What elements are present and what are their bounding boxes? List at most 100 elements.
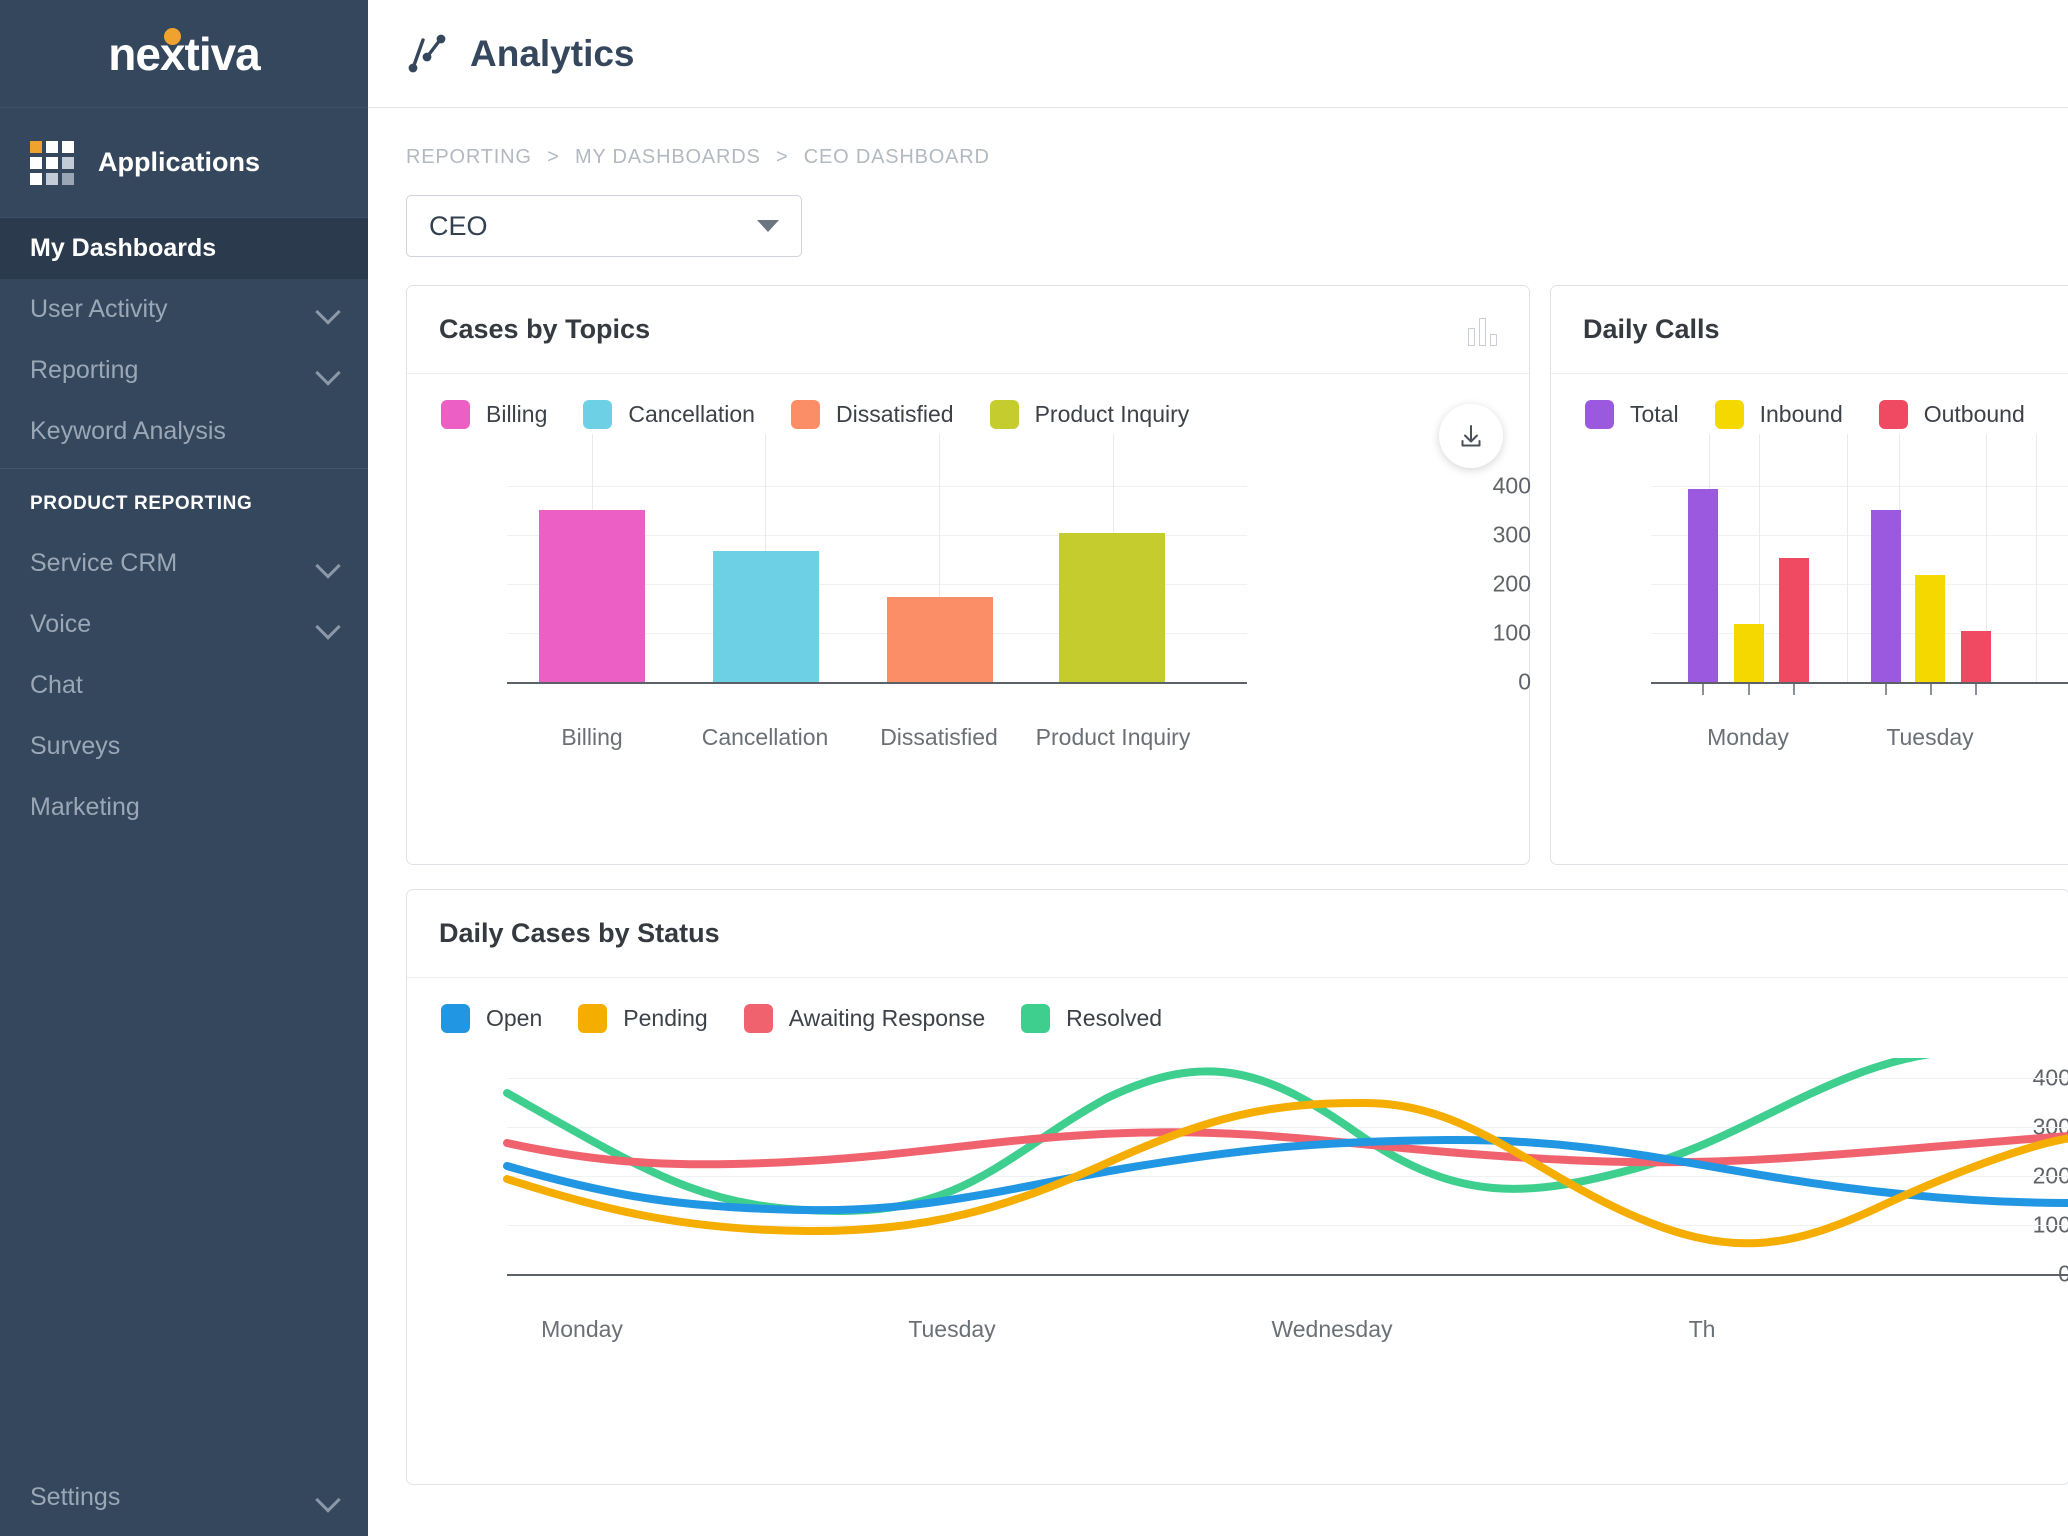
chevron-down-icon: [757, 220, 779, 232]
legend-label: Billing: [486, 401, 548, 427]
x-axis-tick: [1793, 684, 1795, 695]
sidebar-item-keyword-analysis[interactable]: Keyword Analysis: [0, 401, 368, 462]
app-root: nextiva Applications My Dashboards User …: [0, 0, 2068, 1536]
sidebar-item-service-crm[interactable]: Service CRM: [0, 533, 368, 594]
sidebar-item-reporting[interactable]: Reporting: [0, 340, 368, 401]
page-title: Analytics: [470, 32, 635, 74]
legend-item-pending[interactable]: Pending: [578, 1004, 708, 1033]
card-daily-cases-by-status: Daily Cases by Status Open Pending Await…: [406, 889, 2068, 1485]
legend-item-billing[interactable]: Billing: [441, 400, 547, 429]
brand-logo[interactable]: nextiva: [0, 0, 368, 108]
page-header: Analytics: [368, 0, 2068, 108]
x-axis-tick: [1748, 684, 1750, 695]
legend-item-open[interactable]: Open: [441, 1004, 542, 1033]
legend-item-resolved[interactable]: Resolved: [1021, 1004, 1162, 1033]
x-axis-tick: [1975, 684, 1977, 695]
legend-item-awaiting-response[interactable]: Awaiting Response: [743, 1004, 985, 1033]
legend-item-outbound[interactable]: Outbound: [1878, 400, 2025, 429]
dashboard-select[interactable]: CEO: [406, 195, 802, 257]
breadcrumb-item-ceo-dashboard[interactable]: CEO DASHBOARD: [804, 146, 990, 168]
x-tick-label: Wednesday: [1271, 1316, 1393, 1342]
legend-item-product-inquiry[interactable]: Product Inquiry: [989, 400, 1189, 429]
legend-swatch: [1585, 400, 1614, 429]
brand-name: nextiva: [108, 27, 261, 80]
x-tick-label: Monday: [541, 1316, 623, 1342]
bar-tuesday-inbound[interactable]: [1915, 575, 1945, 682]
legend-label: Outbound: [1923, 401, 2025, 427]
card-header: Cases by Topics: [407, 286, 1529, 374]
legend-swatch: [441, 1004, 470, 1033]
breadcrumb-separator: >: [547, 146, 560, 168]
sidebar-item-label: Keyword Analysis: [30, 417, 226, 445]
legend-swatch: [989, 400, 1019, 429]
bar-billing[interactable]: [539, 510, 645, 682]
card-title: Cases by Topics: [439, 314, 651, 344]
card-title: Daily Calls: [1583, 314, 1720, 344]
legend-item-total[interactable]: Total: [1585, 400, 1679, 429]
sidebar-item-my-dashboards[interactable]: My Dashboards: [0, 218, 368, 279]
legend-swatch: [1878, 400, 1908, 429]
legend-item-inbound[interactable]: Inbound: [1714, 400, 1843, 429]
main-content: Analytics REPORTING > MY DASHBOARDS > CE…: [368, 0, 2068, 1536]
bar-tuesday-outbound[interactable]: [1961, 631, 1991, 682]
sidebar-item-label: User Activity: [30, 295, 168, 323]
breadcrumb: REPORTING > MY DASHBOARDS > CEO DASHBOAR…: [368, 108, 2068, 169]
x-tick-label: Product Inquiry: [1035, 724, 1191, 750]
x-axis-tick: [1702, 684, 1704, 695]
bar-product-inquiry[interactable]: [1059, 533, 1165, 682]
bar-monday-outbound[interactable]: [1779, 558, 1809, 682]
sidebar-item-label: Settings: [30, 1483, 121, 1511]
x-tick-label: Th: [1688, 1316, 1716, 1342]
cases-by-topics-plot: 400 300 200 100 0 Billing Cancellation D…: [407, 434, 1531, 866]
sidebar-item-surveys[interactable]: Surveys: [0, 716, 368, 777]
logo-dot-icon: [164, 27, 182, 45]
bar-tuesday-total[interactable]: [1871, 510, 1901, 682]
bar-chart-icon[interactable]: [1468, 314, 1497, 346]
x-tick-label: Cancellation: [701, 724, 829, 750]
sidebar-item-settings[interactable]: Settings: [0, 1467, 368, 1528]
line-series-group: [503, 1058, 2068, 1248]
sidebar-item-chat[interactable]: Chat: [0, 655, 368, 716]
x-tick-label: Tuesday: [1886, 724, 1974, 750]
sidebar: nextiva Applications My Dashboards User …: [0, 0, 368, 1536]
analytics-line-chart-icon: [408, 34, 446, 72]
bar-cancellation[interactable]: [713, 551, 819, 682]
bar-monday-inbound[interactable]: [1734, 624, 1764, 682]
legend-label: Total: [1630, 401, 1679, 427]
chevron-down-icon: [316, 297, 342, 323]
sidebar-item-label: Surveys: [30, 732, 121, 760]
bar-dissatisfied[interactable]: [887, 597, 993, 682]
sidebar-item-marketing[interactable]: Marketing: [0, 777, 368, 838]
daily-cases-plot: 400 300 200 100 0 Monday Tuesday: [407, 1058, 2068, 1478]
sidebar-item-user-activity[interactable]: User Activity: [0, 279, 368, 340]
sidebar-item-label: Reporting: [30, 356, 139, 384]
x-axis-tick: [1930, 684, 1932, 695]
sidebar-item-label: Service CRM: [30, 549, 178, 577]
sidebar-item-applications[interactable]: Applications: [0, 108, 368, 218]
dashboard-select-value: CEO: [429, 210, 488, 241]
sidebar-item-voice[interactable]: Voice: [0, 594, 368, 655]
legend-swatch: [578, 1004, 608, 1033]
x-axis: [1651, 682, 2068, 684]
dashboard-select-wrap: CEO: [368, 169, 2068, 257]
legend-item-cancellation[interactable]: Cancellation: [583, 400, 755, 429]
card-title: Daily Cases by Status: [439, 918, 720, 948]
legend-label: Resolved: [1066, 1005, 1163, 1031]
chart-legend: Total Inbound Outbound: [1551, 374, 2068, 429]
sidebar-item-label: Voice: [30, 610, 92, 638]
sidebar-divider: [0, 468, 368, 469]
card-header: Daily Calls: [1551, 286, 2068, 374]
chevron-down-icon: [316, 551, 342, 577]
legend-swatch: [790, 400, 820, 429]
chart-legend: Billing Cancellation Dissatisfied Produc…: [407, 374, 1529, 429]
breadcrumb-item-my-dashboards[interactable]: MY DASHBOARDS: [575, 146, 761, 168]
line-pending: [503, 1098, 2068, 1248]
breadcrumb-item-reporting[interactable]: REPORTING: [406, 146, 532, 168]
bar-monday-total[interactable]: [1688, 489, 1718, 682]
legend-label: Inbound: [1759, 401, 1843, 427]
sidebar-item-label: My Dashboards: [30, 234, 217, 262]
breadcrumb-separator: >: [775, 146, 789, 168]
chart-legend: Open Pending Awaiting Response Resolved: [407, 978, 2068, 1033]
legend-item-dissatisfied[interactable]: Dissatisfied: [790, 400, 954, 429]
